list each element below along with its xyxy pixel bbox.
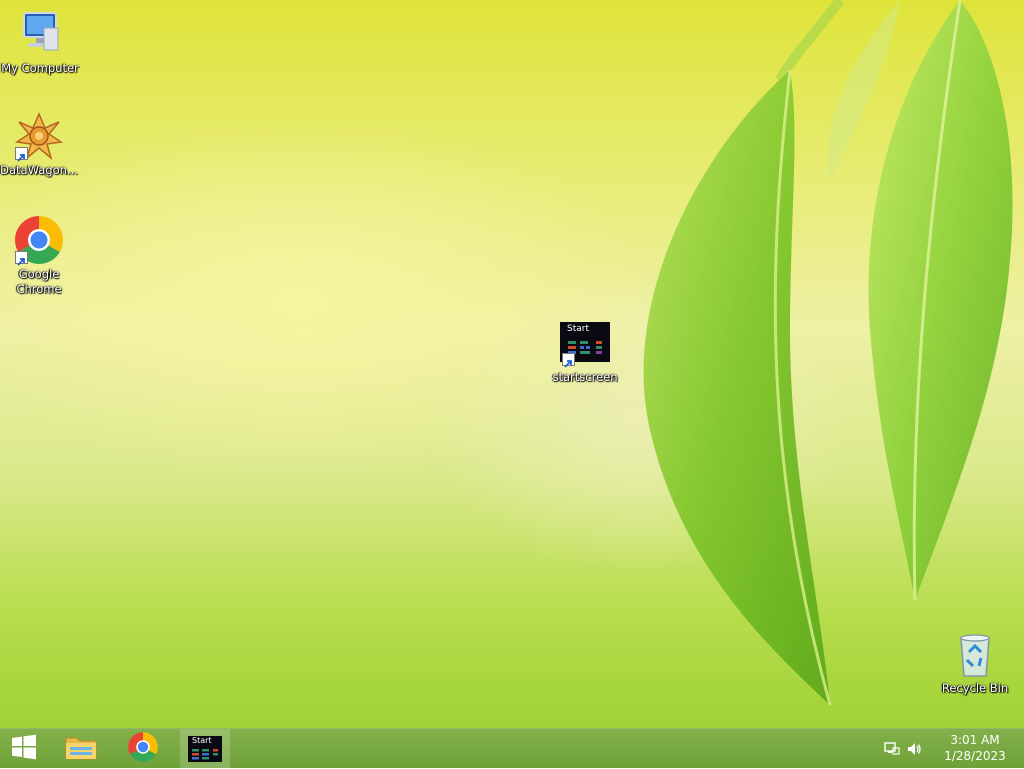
- taskbar-file-explorer[interactable]: [56, 729, 106, 769]
- desktop-icon-google-chrome[interactable]: Google Chrome: [0, 214, 79, 297]
- taskbar-clock[interactable]: 3:01 AM 1/28/2023: [940, 732, 1010, 764]
- desktop-icon-recycle-bin[interactable]: Recycle Bin: [935, 628, 1015, 696]
- taskbar-google-chrome[interactable]: [118, 729, 168, 769]
- windows-logo-icon: [11, 734, 37, 764]
- desktop-icon-my-computer[interactable]: My Computer: [0, 8, 80, 76]
- taskbar: Start 3:01 AM 1/28/2023: [0, 728, 1024, 769]
- startscreen-tile-text: Start: [192, 736, 212, 745]
- wallpaper-leaves: [643, 0, 1013, 706]
- recycle-bin-icon: [949, 628, 1001, 680]
- chrome-icon: [13, 214, 65, 266]
- chrome-icon: [127, 731, 159, 767]
- speaker-icon[interactable]: [906, 741, 922, 757]
- file-explorer-icon: [64, 732, 98, 766]
- startscreen-tile-text: Start: [567, 324, 589, 334]
- shortcut-arrow-icon: [15, 251, 28, 266]
- clock-date: 1/28/2023: [944, 749, 1006, 763]
- desktop-icon-label: DataWagon...: [0, 163, 78, 177]
- datawagon-icon: [13, 110, 65, 162]
- desktop-icon-label: Google Chrome: [16, 267, 62, 296]
- shortcut-arrow-icon: [15, 147, 28, 162]
- desktop[interactable]: My Computer DataWagon... Google Chrome S…: [0, 0, 1024, 728]
- desktop-icon-label: startscreen: [552, 370, 618, 384]
- computer-icon: [14, 8, 66, 60]
- network-icon[interactable]: [884, 741, 900, 757]
- shortcut-arrow-icon: [562, 353, 575, 368]
- startscreen-icon: Start: [188, 736, 222, 762]
- clock-time: 3:01 AM: [950, 733, 1000, 747]
- desktop-icon-datawagon[interactable]: DataWagon...: [0, 110, 79, 178]
- desktop-icon-label: My Computer: [1, 61, 79, 75]
- startscreen-icon: Start: [560, 322, 610, 368]
- system-tray: 3:01 AM 1/28/2023: [884, 729, 1024, 769]
- start-button[interactable]: [0, 729, 48, 769]
- taskbar-startscreen[interactable]: Start: [180, 729, 230, 769]
- desktop-icon-label: Recycle Bin: [941, 681, 1009, 695]
- desktop-icon-startscreen[interactable]: Start startscreen: [545, 322, 625, 385]
